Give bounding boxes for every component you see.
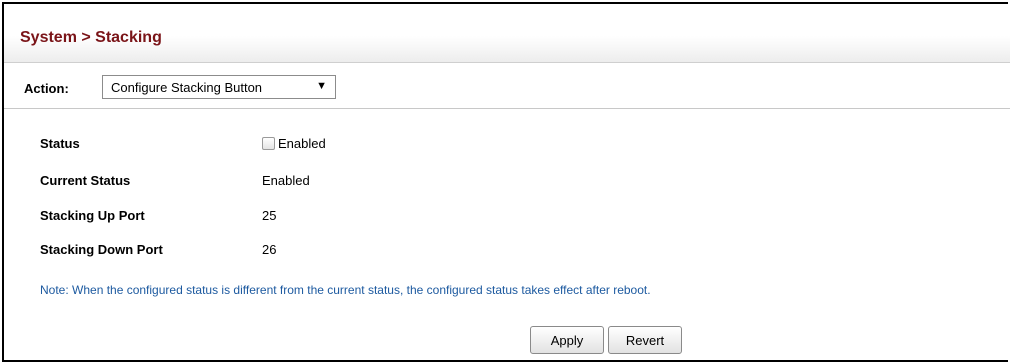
- stacking-up-port-label: Stacking Up Port: [40, 208, 145, 223]
- stacking-down-port-label: Stacking Down Port: [40, 242, 163, 257]
- status-enabled-checkbox[interactable]: [262, 137, 275, 150]
- stacking-panel: System > Stacking Action: Configure Stac…: [2, 2, 1010, 362]
- action-label: Action:: [24, 81, 69, 96]
- current-status-value: Enabled: [262, 173, 310, 188]
- status-label: Status: [40, 136, 80, 151]
- status-enabled-label: Enabled: [278, 136, 326, 151]
- action-select[interactable]: Configure Stacking Button ▼: [102, 75, 336, 99]
- apply-button[interactable]: Apply: [530, 326, 604, 354]
- action-select-value: Configure Stacking Button: [111, 80, 263, 95]
- action-bar: Action: Configure Stacking Button ▼: [4, 63, 1010, 109]
- stacking-up-port-value: 25: [262, 208, 277, 223]
- current-status-label: Current Status: [40, 173, 131, 188]
- dropdown-arrow-icon: ▼: [316, 80, 327, 92]
- page-header: System > Stacking: [4, 4, 1010, 63]
- reboot-note: Note: When the configured status is diff…: [40, 283, 651, 297]
- revert-button[interactable]: Revert: [608, 326, 682, 354]
- stacking-down-port-value: 26: [262, 242, 277, 257]
- page-title: System > Stacking: [20, 29, 162, 46]
